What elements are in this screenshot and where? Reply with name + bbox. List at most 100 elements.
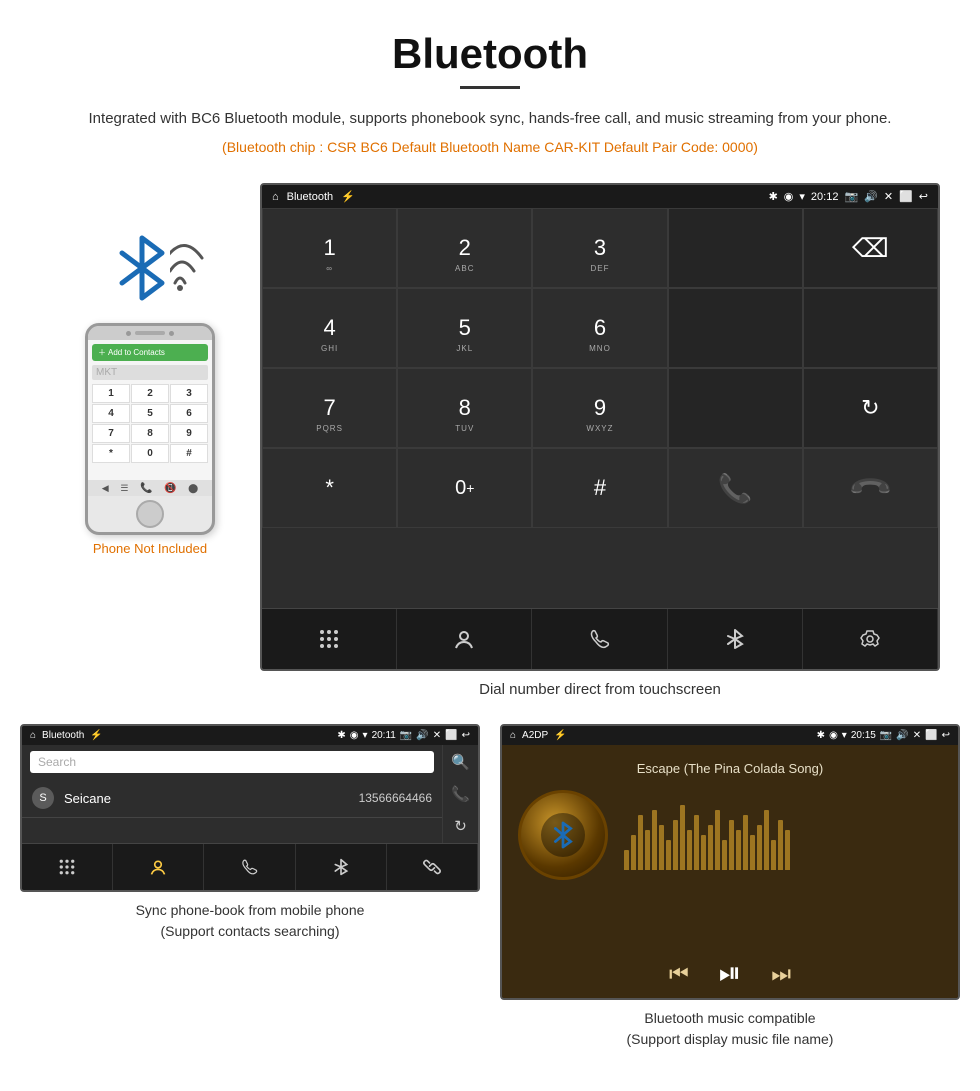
music-main-area	[518, 790, 942, 880]
music-screen: ⌂ A2DP ⚡ ✱ ◉ ▾ 20:15 📷 🔊 ✕ ⬜ ↩	[500, 724, 960, 1000]
bluetooth-status-icon: ✱	[769, 190, 778, 203]
music-content-area: Escape (The Pina Colada Song)	[502, 745, 958, 945]
menu-icon: ☰	[120, 483, 128, 494]
dialer-keypad: 1∞ 2ABC 3DEF ⌫ 4GHI 5JKL 6MNO 7PQRS 8TUV…	[262, 208, 938, 608]
play-pause-btn[interactable]: ⏯	[719, 957, 741, 990]
prev-track-btn[interactable]: ⏮	[669, 961, 689, 987]
key-6[interactable]: 6MNO	[532, 288, 667, 368]
pnav-bluetooth[interactable]	[296, 844, 387, 890]
dialer-nav-bar	[262, 608, 938, 669]
refresh-btn[interactable]: ↻	[803, 368, 938, 448]
phone-bottom-bar: ◀ ☰ 📞 📵 ⬤	[88, 480, 212, 496]
pb-usb-icon: ⚡	[90, 730, 102, 741]
pnav-calls[interactable]	[204, 844, 295, 890]
music-usb-icon: ⚡	[554, 730, 566, 741]
phone-key-4: 4	[92, 404, 130, 423]
music-home-icon: ⌂	[510, 730, 516, 741]
pb-home-icon: ⌂	[30, 730, 36, 741]
phone-key-2: 2	[131, 384, 169, 403]
music-status-right: ✱ ◉ ▾ 20:15 📷 🔊 ✕ ⬜ ↩	[817, 730, 950, 741]
back-icon: ◀	[102, 483, 109, 494]
bt-wifi-graphic	[85, 213, 215, 313]
music-signal-icon: ▾	[842, 730, 847, 741]
refresh-side-icon[interactable]: ↻	[454, 817, 467, 835]
nav-settings[interactable]	[803, 609, 938, 669]
song-title: Escape (The Pina Colada Song)	[637, 761, 823, 776]
end-call-btn[interactable]: 📞	[803, 448, 938, 528]
music-close-icon: ✕	[913, 730, 921, 741]
home-icon: ⌂	[272, 191, 279, 203]
next-track-btn[interactable]: ⏭	[771, 961, 791, 987]
music-loc-icon: ◉	[829, 730, 838, 741]
camera-icon: 📷	[844, 190, 858, 203]
key-star[interactable]: *	[262, 448, 397, 528]
nav-calls[interactable]	[532, 609, 667, 669]
phone-speaker	[135, 331, 165, 335]
album-bluetooth-icon	[541, 813, 585, 857]
screen-icon: ⬜	[899, 190, 913, 203]
key-9[interactable]: 9WXYZ	[532, 368, 667, 448]
call-side-icon[interactable]: 📞	[451, 785, 470, 803]
backspace-btn[interactable]: ⌫	[803, 208, 938, 288]
green-phone-icon: 📞	[718, 472, 753, 505]
pnav-link[interactable]	[387, 844, 478, 890]
app-name-label: Bluetooth	[287, 191, 333, 203]
green-call-icon: 📞	[140, 483, 152, 494]
close-icon: ✕	[884, 190, 893, 203]
signal-icon: ▾	[799, 190, 805, 203]
phone-not-included-label: Phone Not Included	[93, 541, 207, 556]
call-btn[interactable]: 📞	[668, 448, 803, 528]
phone-keypad: 1 2 3 4 5 6 7 8 9 * 0 #	[92, 384, 208, 463]
main-section: ＋Add to Contacts MKT 1 2 3 4 5 6 7 8 9 *…	[0, 183, 980, 714]
status-right: ✱ ◉ ▾ 20:12 📷 🔊 ✕ ⬜ ↩	[769, 190, 928, 203]
phonebook-body: Search S Seicane 13566664466 🔍 📞 ↻	[22, 745, 478, 843]
phone-screen: ＋Add to Contacts MKT 1 2 3 4 5 6 7 8 9 *…	[88, 340, 212, 480]
add-contact-btn: ＋Add to Contacts	[92, 344, 208, 361]
sensor-dot	[169, 331, 174, 336]
empty-r2-5	[803, 288, 938, 368]
wifi-waves	[170, 223, 215, 298]
dialer-screen: ⌂ Bluetooth ⚡ ✱ ◉ ▾ 20:12 📷 🔊 ✕ ⬜ ↩	[260, 183, 940, 671]
key-5[interactable]: 5JKL	[397, 288, 532, 368]
phonebook-screen: ⌂ Bluetooth ⚡ ✱ ◉ ▾ 20:11 📷 🔊 ✕ ⬜ ↩	[20, 724, 480, 892]
volume-icon: 🔊	[864, 190, 878, 203]
header-description: Integrated with BC6 Bluetooth module, su…	[60, 107, 920, 131]
phone-key-5: 5	[131, 404, 169, 423]
pb-vol-icon: 🔊	[416, 730, 428, 741]
music-controls: ⏮ ⏯ ⏭	[502, 945, 958, 998]
nav-keypad[interactable]	[262, 609, 397, 669]
contact-entry[interactable]: S Seicane 13566664466	[22, 779, 442, 818]
phone-home-button	[136, 500, 164, 528]
dialer-caption: Dial number direct from touchscreen	[260, 681, 940, 698]
key-7[interactable]: 7PQRS	[262, 368, 397, 448]
status-left: ⌂ Bluetooth ⚡	[272, 190, 355, 203]
key-2[interactable]: 2ABC	[397, 208, 532, 288]
pb-bt-icon: ✱	[337, 730, 345, 741]
pnav-keypad[interactable]	[22, 844, 113, 890]
music-app-name: A2DP	[522, 730, 548, 741]
phone-mockup: ＋Add to Contacts MKT 1 2 3 4 5 6 7 8 9 *…	[85, 323, 215, 535]
phone-key-3: 3	[170, 384, 208, 403]
nav-contacts[interactable]	[397, 609, 532, 669]
music-time: 20:15	[851, 730, 876, 741]
contact-initial: S	[32, 787, 54, 809]
key-1[interactable]: 1∞	[262, 208, 397, 288]
phone-key-6: 6	[170, 404, 208, 423]
key-0[interactable]: 0+	[397, 448, 532, 528]
home-icon: ⬤	[188, 483, 198, 494]
key-4[interactable]: 4GHI	[262, 288, 397, 368]
phone-key-0: 0	[131, 444, 169, 463]
search-input[interactable]: Search	[30, 751, 434, 773]
key-8[interactable]: 8TUV	[397, 368, 532, 448]
album-art	[518, 790, 608, 880]
phone-key-9: 9	[170, 424, 208, 443]
phonebook-nav-bar	[22, 843, 478, 890]
phone-image-area: ＋Add to Contacts MKT 1 2 3 4 5 6 7 8 9 *…	[40, 183, 260, 556]
pnav-contacts[interactable]	[113, 844, 204, 890]
key-hash[interactable]: #	[532, 448, 667, 528]
dialer-container: ⌂ Bluetooth ⚡ ✱ ◉ ▾ 20:12 📷 🔊 ✕ ⬜ ↩	[260, 183, 940, 714]
key-3[interactable]: 3DEF	[532, 208, 667, 288]
search-side-icon[interactable]: 🔍	[451, 753, 470, 771]
phone-key-7: 7	[92, 424, 130, 443]
nav-bluetooth[interactable]	[668, 609, 803, 669]
